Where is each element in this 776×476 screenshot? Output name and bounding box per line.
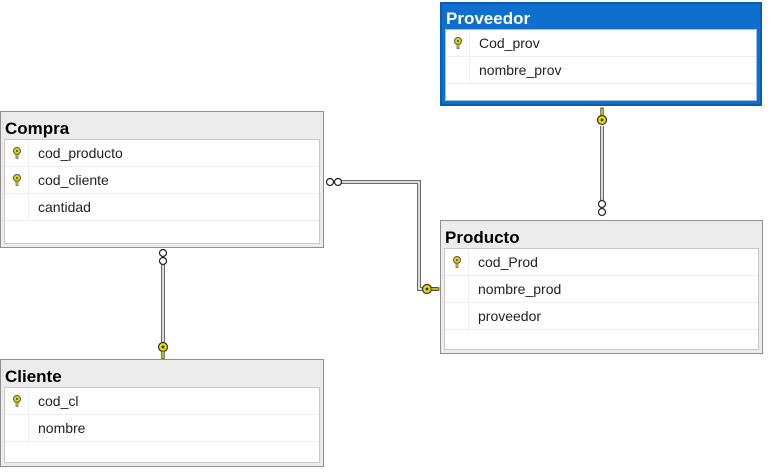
key-icon — [5, 166, 29, 194]
column-name: Cod_prov — [479, 35, 540, 51]
column-name: cod_cliente — [38, 172, 109, 188]
table-compra[interactable]: Compra cod_producto cod_cliente cantidad — [0, 111, 324, 248]
column-name: cod_cl — [38, 393, 79, 409]
column-list: cod_Prod nombre_prod proveedor — [444, 248, 759, 350]
relationship-compra-producto[interactable] — [340, 180, 438, 291]
column-name: cod_Prod — [478, 254, 538, 270]
infinity-icon — [597, 199, 607, 217]
empty-key-cell — [5, 193, 29, 221]
key-icon — [421, 283, 440, 295]
column-name: cantidad — [38, 199, 91, 215]
infinity-icon — [158, 248, 168, 266]
empty-key-cell — [445, 302, 469, 330]
table-cliente[interactable]: Cliente cod_cl nombre — [0, 359, 324, 467]
table-producto[interactable]: Producto cod_Prod nombre_prod proveedor — [440, 220, 763, 354]
column-name: nombre — [38, 420, 86, 436]
column-name: proveedor — [478, 308, 542, 324]
table-title: Compra — [5, 119, 70, 138]
column-row[interactable]: cod_producto — [5, 139, 319, 167]
column-name: cod_producto — [38, 145, 123, 161]
key-icon — [157, 341, 169, 360]
column-row[interactable]: Cod_prov — [446, 29, 756, 57]
key-icon — [446, 29, 470, 57]
empty-key-cell — [5, 414, 29, 442]
empty-key-cell — [446, 56, 470, 84]
column-name: nombre_prod — [478, 281, 562, 297]
column-row[interactable]: cod_cl — [5, 387, 319, 415]
column-list: cod_producto cod_cliente cantidad — [4, 139, 320, 244]
column-row[interactable]: proveedor — [445, 302, 758, 330]
table-proveedor[interactable]: Proveedor Cod_prov nombre_prov — [440, 2, 762, 106]
column-row[interactable]: nombre — [5, 414, 319, 442]
table-title: Producto — [445, 228, 520, 247]
empty-key-cell — [445, 275, 469, 303]
column-row[interactable]: cod_Prod — [445, 248, 758, 276]
column-row[interactable]: cod_cliente — [5, 166, 319, 194]
column-row[interactable]: nombre_prod — [445, 275, 758, 303]
key-icon — [5, 139, 29, 167]
key-icon — [445, 248, 469, 276]
column-name: nombre_prov — [479, 62, 562, 78]
column-row[interactable]: cantidad — [5, 193, 319, 221]
column-row[interactable]: nombre_prov — [446, 56, 756, 84]
key-icon — [5, 387, 29, 415]
column-list: Cod_prov nombre_prov — [445, 29, 757, 101]
table-title: Cliente — [5, 367, 62, 386]
table-title: Proveedor — [446, 9, 531, 28]
infinity-icon — [325, 177, 343, 187]
key-icon — [596, 107, 608, 126]
column-list: cod_cl nombre — [4, 387, 320, 463]
